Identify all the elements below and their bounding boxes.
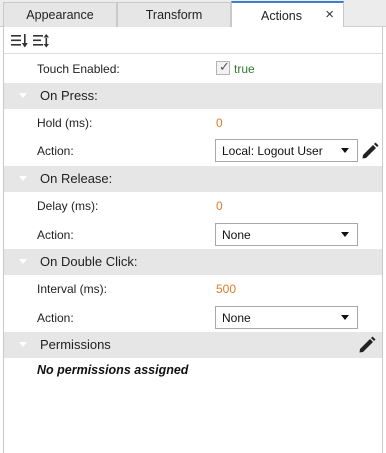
collapse-triangle-icon[interactable] xyxy=(19,342,27,347)
collapse-triangle-icon[interactable] xyxy=(19,176,27,181)
section-permissions[interactable]: Permissions xyxy=(4,332,382,358)
checkmark-icon: ✓ xyxy=(219,59,230,74)
section-on-double-click[interactable]: On Double Click: xyxy=(4,249,382,275)
interval-value[interactable]: 500 xyxy=(216,282,236,296)
chevron-down-icon xyxy=(341,232,349,237)
section-title: On Double Click: xyxy=(40,254,138,269)
release-action-row: Action: None xyxy=(4,221,382,249)
hold-label: Hold (ms): xyxy=(37,116,93,130)
hold-row: Hold (ms): 0 xyxy=(4,109,382,137)
pencil-icon[interactable] xyxy=(360,141,380,161)
tab-bar: Appearance Transform Actions × xyxy=(0,0,386,28)
double-click-action-select[interactable]: None xyxy=(215,306,358,329)
chevron-down-icon xyxy=(341,315,349,320)
collapse-triangle-icon[interactable] xyxy=(19,259,27,264)
close-icon[interactable]: × xyxy=(325,6,334,23)
sort-options-icon[interactable] xyxy=(32,32,50,50)
section-title: Permissions xyxy=(40,337,111,352)
delay-row: Delay (ms): 0 xyxy=(4,192,382,220)
touch-enabled-value: true xyxy=(234,62,255,76)
toolbar xyxy=(4,27,382,54)
actions-panel: Touch Enabled: ✓ true On Press: Hold (ms… xyxy=(3,27,383,453)
touch-enabled-checkbox[interactable]: ✓ xyxy=(216,59,230,75)
tab-label: Transform xyxy=(145,8,203,22)
chevron-down-icon xyxy=(341,148,349,153)
select-value: Local: Logout User xyxy=(222,144,323,158)
release-action-select[interactable]: None xyxy=(215,223,358,246)
pencil-icon[interactable] xyxy=(357,335,377,355)
delay-value[interactable]: 0 xyxy=(216,199,223,213)
double-click-action-row: Action: None xyxy=(4,304,382,332)
section-on-release[interactable]: On Release: xyxy=(4,166,382,192)
touch-enabled-row: Touch Enabled: ✓ true xyxy=(4,55,382,83)
hold-value[interactable]: 0 xyxy=(216,116,223,130)
section-title: On Release: xyxy=(40,171,113,186)
section-title: On Press: xyxy=(40,88,98,103)
interval-row: Interval (ms): 500 xyxy=(4,275,382,303)
sort-descending-icon[interactable] xyxy=(10,32,28,50)
press-action-select[interactable]: Local: Logout User xyxy=(215,139,358,162)
tab-transform[interactable]: Transform xyxy=(117,2,231,27)
collapse-triangle-icon[interactable] xyxy=(19,93,27,98)
touch-enabled-label: Touch Enabled: xyxy=(37,62,120,76)
tab-appearance[interactable]: Appearance xyxy=(3,2,117,27)
action-label: Action: xyxy=(37,311,74,325)
delay-label: Delay (ms): xyxy=(37,199,99,213)
tab-actions[interactable]: Actions × xyxy=(231,1,344,28)
select-value: None xyxy=(222,228,251,242)
interval-label: Interval (ms): xyxy=(37,282,108,296)
action-label: Action: xyxy=(37,228,74,242)
tab-label: Actions xyxy=(261,8,302,23)
press-action-row: Action: Local: Logout User xyxy=(4,137,382,165)
permissions-empty-message: No permissions assigned xyxy=(37,363,189,377)
section-on-press[interactable]: On Press: xyxy=(4,83,382,109)
select-value: None xyxy=(222,311,251,325)
action-label: Action: xyxy=(37,144,74,158)
tab-label: Appearance xyxy=(26,8,94,22)
